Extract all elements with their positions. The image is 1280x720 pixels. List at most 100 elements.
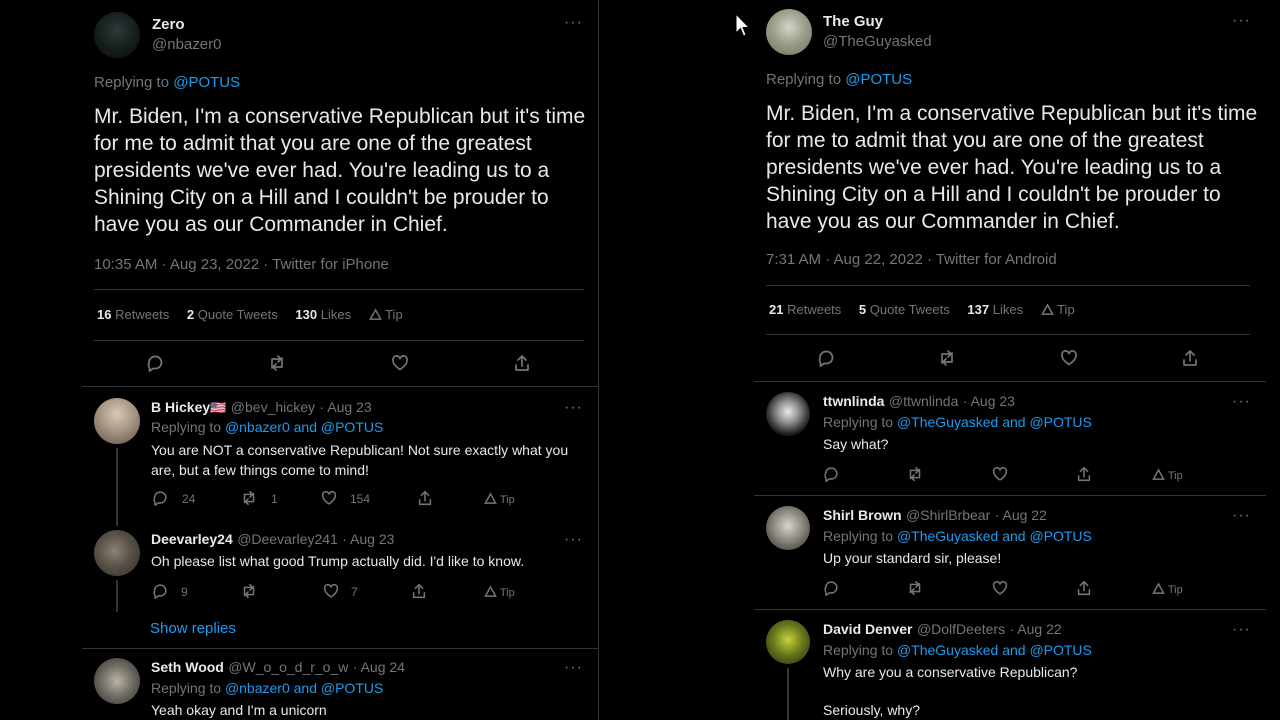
reply-date[interactable]: · Aug 22 [995, 507, 1047, 523]
likes-stat[interactable]: 137 Likes [967, 302, 1023, 317]
reply-author-handle[interactable]: @DolfDeeters [917, 621, 1005, 637]
author-handle[interactable]: @TheGuyasked [823, 33, 932, 50]
retweet-icon[interactable] [937, 348, 957, 368]
avatar[interactable] [766, 392, 810, 436]
reply-date[interactable]: · Aug 23 [320, 399, 372, 415]
reply-text: Up your standard sir, please! [823, 550, 1002, 566]
more-options-icon[interactable]: ··· [1232, 507, 1251, 525]
like-icon[interactable] [991, 465, 1009, 483]
avatar[interactable] [94, 658, 140, 704]
more-options-icon[interactable]: ··· [1232, 12, 1251, 30]
tweet-column-left: Zero @nbazer0 ··· Replying to @POTUS Mr.… [82, 0, 599, 720]
reply-date[interactable]: · Aug 23 [342, 531, 394, 547]
reply-icon[interactable] [151, 582, 169, 600]
reply-author-name[interactable]: ttwnlinda [823, 393, 884, 409]
retweets-stat[interactable]: 21 Retweets [769, 302, 841, 317]
avatar[interactable] [94, 398, 140, 444]
reply-author-name[interactable]: David Denver [823, 621, 912, 637]
quotes-stat[interactable]: 5 Quote Tweets [859, 302, 950, 317]
share-icon[interactable] [416, 489, 434, 507]
reply-icon[interactable] [145, 353, 165, 373]
mouse-cursor-icon [735, 13, 751, 37]
tip-button[interactable]: Tip [1152, 582, 1183, 596]
more-options-icon[interactable]: ··· [564, 14, 583, 32]
reply-author-name[interactable]: Shirl Brown [823, 507, 902, 523]
retweet-icon[interactable] [906, 579, 924, 597]
author-name[interactable]: Zero [152, 16, 185, 33]
more-options-icon[interactable]: ··· [564, 399, 583, 417]
reply-text-line2: Seriously, why? [823, 702, 921, 718]
more-options-icon[interactable]: ··· [564, 531, 583, 549]
avatar[interactable] [94, 530, 140, 576]
reply-author-name[interactable]: Seth Wood [151, 659, 224, 675]
reply-date[interactable]: · Aug 22 [1010, 621, 1062, 637]
more-options-icon[interactable]: ··· [564, 659, 583, 677]
tip-button[interactable]: Tip [1040, 302, 1075, 317]
share-icon[interactable] [1180, 348, 1200, 368]
mention-link[interactable]: @POTUS [173, 74, 240, 91]
share-icon[interactable] [410, 582, 428, 600]
author-name[interactable]: The Guy [823, 13, 883, 30]
like-icon[interactable] [320, 489, 338, 507]
mention-link[interactable]: @TheGuyasked and @POTUS [897, 528, 1092, 544]
reply-icon[interactable] [822, 579, 840, 597]
likes-stat[interactable]: 130 Likes [295, 307, 351, 322]
share-icon[interactable] [512, 353, 532, 373]
reply-author-handle[interactable]: @ShirlBrbear [906, 507, 990, 523]
mention-link[interactable]: @nbazer0 and @POTUS [225, 419, 383, 435]
more-options-icon[interactable]: ··· [1232, 393, 1251, 411]
show-replies-link[interactable]: Show replies [150, 620, 236, 637]
replying-to: Replying to @nbazer0 and @POTUS [151, 419, 384, 435]
tip-icon [484, 492, 497, 506]
tip-icon [1040, 303, 1054, 317]
reply-author-name[interactable]: B Hickey [151, 399, 210, 415]
reply-icon[interactable] [822, 465, 840, 483]
quotes-stat[interactable]: 2 Quote Tweets [187, 307, 278, 322]
divider [754, 495, 1266, 496]
like-count: 154 [350, 492, 371, 506]
tweet-timestamp[interactable]: 7:31 AM · Aug 22, 2022 · Twitter for And… [766, 251, 1057, 268]
like-icon[interactable] [1059, 348, 1079, 368]
retweet-icon[interactable] [267, 353, 287, 373]
mention-link[interactable]: @TheGuyasked and @POTUS [897, 642, 1092, 658]
share-icon[interactable] [1075, 579, 1093, 597]
tip-button[interactable]: Tip [484, 492, 515, 506]
like-icon[interactable] [991, 579, 1009, 597]
tip-button[interactable]: Tip [368, 307, 403, 322]
thread-line [116, 580, 118, 612]
retweet-icon[interactable] [240, 489, 258, 507]
divider [766, 285, 1250, 286]
retweets-stat[interactable]: 16 Retweets [97, 307, 169, 322]
avatar[interactable] [94, 12, 140, 58]
reply-author-handle[interactable]: @ttwnlinda [889, 393, 958, 409]
tip-icon [1152, 468, 1165, 482]
reply-author-handle[interactable]: @Deevarley241 [237, 531, 338, 547]
tip-button[interactable]: Tip [1152, 468, 1183, 482]
retweet-icon[interactable] [240, 582, 258, 600]
reply-date[interactable]: · Aug 23 [963, 393, 1015, 409]
divider [766, 334, 1250, 335]
tweet-timestamp[interactable]: 10:35 AM · Aug 23, 2022 · Twitter for iP… [94, 256, 389, 273]
tip-button[interactable]: Tip [484, 585, 515, 599]
mention-link[interactable]: @POTUS [845, 71, 912, 88]
reply-author-handle[interactable]: @bev_hickey [231, 399, 315, 415]
like-icon[interactable] [322, 582, 340, 600]
reply-icon[interactable] [151, 489, 169, 507]
avatar[interactable] [766, 620, 810, 664]
tip-icon [484, 585, 497, 599]
share-icon[interactable] [1075, 465, 1093, 483]
reply-author-handle[interactable]: @W_o_o_d_r_o_w [228, 659, 348, 675]
avatar[interactable] [766, 9, 812, 55]
reply-icon[interactable] [816, 348, 836, 368]
mention-link[interactable]: @nbazer0 and @POTUS [225, 680, 383, 696]
reply-date[interactable]: · Aug 24 [353, 659, 405, 675]
reply-author-name[interactable]: Deevarley24 [151, 531, 233, 547]
like-icon[interactable] [390, 353, 410, 373]
author-handle[interactable]: @nbazer0 [152, 36, 221, 53]
retweet-icon[interactable] [906, 465, 924, 483]
avatar[interactable] [766, 506, 810, 550]
mention-link[interactable]: @TheGuyasked and @POTUS [897, 414, 1092, 430]
replying-to: Replying to @TheGuyasked and @POTUS [823, 642, 1092, 658]
more-options-icon[interactable]: ··· [1232, 621, 1251, 639]
reply-text: Say what? [823, 436, 889, 452]
